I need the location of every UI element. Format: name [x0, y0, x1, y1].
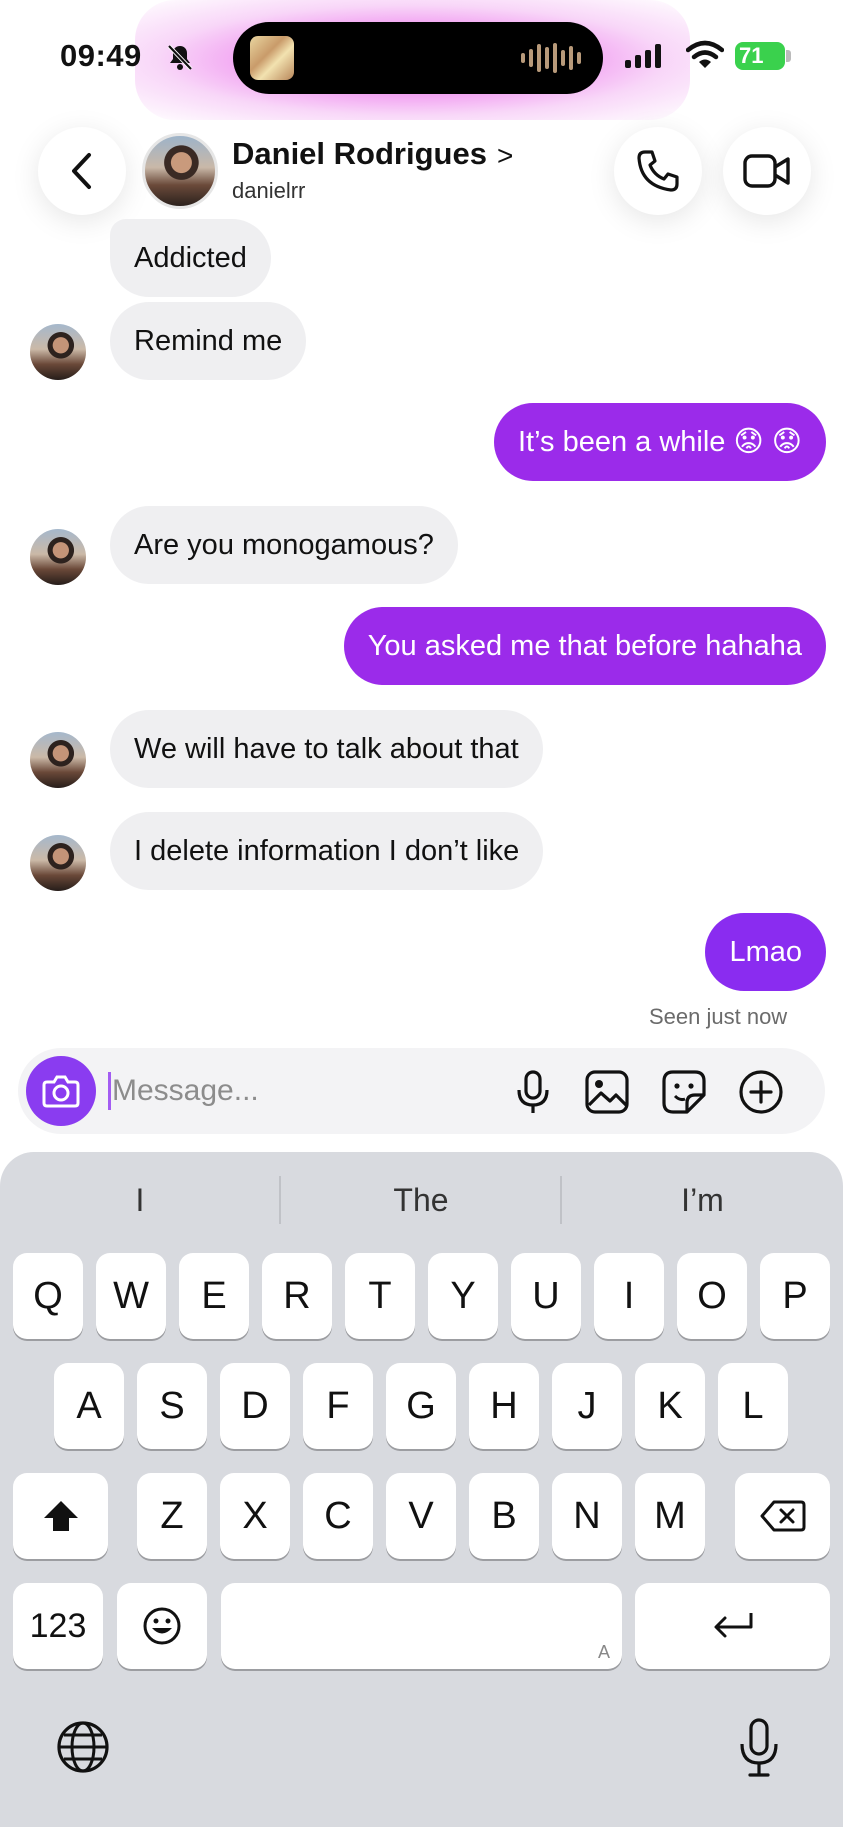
back-icon	[72, 153, 91, 189]
suggestion-1[interactable]: I	[0, 1152, 280, 1248]
keyboard: I The I’m Q W E R T Y U I O P A S D F G …	[0, 1152, 843, 1827]
suggestion-2[interactable]: The	[281, 1152, 561, 1248]
message-incoming[interactable]: We will have to talk about that	[110, 710, 543, 788]
seen-status: Seen just now	[649, 1004, 788, 1029]
contact-name[interactable]: Daniel Rodrigues	[232, 136, 487, 172]
message-incoming[interactable]: I delete information I don’t like	[110, 812, 544, 890]
microphone-icon[interactable]	[510, 1069, 556, 1115]
camera-icon	[42, 1075, 80, 1108]
bell-slash-icon	[167, 44, 193, 71]
status-time: 09:49	[60, 38, 142, 73]
shift-icon	[43, 1501, 78, 1531]
space-hint: A	[597, 1642, 610, 1662]
emoji-icon	[143, 1607, 181, 1645]
key-t[interactable]: T	[345, 1253, 415, 1339]
delete-key[interactable]	[735, 1473, 830, 1559]
contact-username: danielrr	[232, 178, 306, 203]
message-composer	[18, 1048, 825, 1134]
back-button[interactable]	[38, 127, 126, 215]
battery-icon: 71	[735, 42, 785, 70]
sender-avatar[interactable]	[30, 732, 86, 788]
message-outgoing[interactable]: You asked me that before hahaha	[343, 607, 826, 685]
key-v[interactable]: V	[386, 1473, 456, 1559]
now-playing-artwork	[250, 36, 294, 80]
message-outgoing[interactable]: It’s been a while 😟 😟	[493, 403, 826, 481]
dynamic-island[interactable]	[233, 22, 603, 94]
key-e[interactable]: E	[179, 1253, 249, 1339]
key-h[interactable]: H	[469, 1363, 539, 1449]
sender-avatar[interactable]	[30, 835, 86, 891]
key-u[interactable]: U	[511, 1253, 581, 1339]
key-x[interactable]: X	[220, 1473, 290, 1559]
text-caret	[108, 1072, 111, 1110]
message-incoming[interactable]: Addicted	[110, 219, 271, 297]
return-key[interactable]	[635, 1583, 830, 1669]
suggestion-3[interactable]: I’m	[562, 1152, 843, 1248]
message-input[interactable]	[112, 1062, 512, 1120]
key-j[interactable]: J	[552, 1363, 622, 1449]
key-z[interactable]: Z	[137, 1473, 207, 1559]
battery-cap	[786, 50, 791, 62]
add-icon[interactable]	[738, 1069, 784, 1115]
message-incoming[interactable]: Are you monogamous?	[110, 506, 458, 584]
key-c[interactable]: C	[303, 1473, 373, 1559]
gallery-icon[interactable]	[584, 1069, 630, 1115]
key-b[interactable]: B	[469, 1473, 539, 1559]
chevron-right-icon[interactable]: >	[497, 140, 513, 172]
key-l[interactable]: L	[718, 1363, 788, 1449]
key-f[interactable]: F	[303, 1363, 373, 1449]
key-d[interactable]: D	[220, 1363, 290, 1449]
camera-button[interactable]	[26, 1056, 96, 1126]
wifi-icon	[686, 40, 724, 68]
key-q[interactable]: Q	[13, 1253, 83, 1339]
key-y[interactable]: Y	[428, 1253, 498, 1339]
delete-icon	[760, 1500, 805, 1532]
battery-level: 71	[739, 43, 764, 68]
message-incoming[interactable]: Remind me	[110, 302, 307, 380]
emoji-key[interactable]	[117, 1583, 207, 1669]
key-m[interactable]: M	[635, 1473, 705, 1559]
key-n[interactable]: N	[552, 1473, 622, 1559]
video-call-button[interactable]	[723, 127, 811, 215]
sender-avatar[interactable]	[30, 324, 86, 380]
call-button[interactable]	[614, 127, 702, 215]
key-w[interactable]: W	[96, 1253, 166, 1339]
contact-avatar[interactable]	[142, 133, 218, 209]
signal-icon	[625, 44, 661, 68]
key-o[interactable]: O	[677, 1253, 747, 1339]
return-icon	[714, 1613, 752, 1638]
globe-icon[interactable]	[55, 1719, 111, 1775]
dictation-icon[interactable]	[737, 1717, 781, 1779]
key-r[interactable]: R	[262, 1253, 332, 1339]
shift-key[interactable]	[13, 1473, 108, 1559]
message-outgoing[interactable]: Lmao	[705, 913, 826, 991]
key-p[interactable]: P	[760, 1253, 830, 1339]
key-s[interactable]: S	[137, 1363, 207, 1449]
numbers-key[interactable]: 123	[13, 1583, 103, 1669]
sender-avatar[interactable]	[30, 529, 86, 585]
audio-waveform-icon	[521, 42, 581, 74]
sticker-icon[interactable]	[661, 1069, 707, 1115]
key-i[interactable]: I	[594, 1253, 664, 1339]
key-g[interactable]: G	[386, 1363, 456, 1449]
key-k[interactable]: K	[635, 1363, 705, 1449]
key-a[interactable]: A	[54, 1363, 124, 1449]
space-key[interactable]: A	[221, 1583, 622, 1669]
phone-icon	[637, 150, 679, 192]
video-icon	[743, 154, 790, 188]
